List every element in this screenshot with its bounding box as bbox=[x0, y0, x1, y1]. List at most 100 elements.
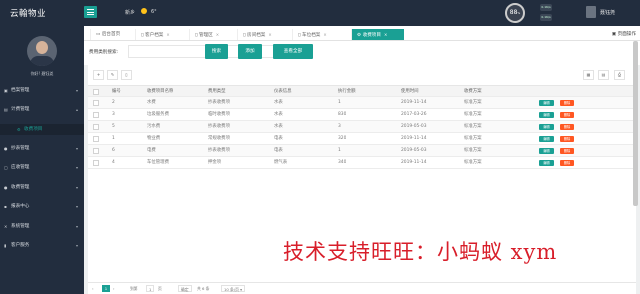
report-icon: ▪ bbox=[4, 204, 7, 209]
search-label: 费用类别搜索: bbox=[89, 50, 119, 55]
welcome-text: 你好! 聂钰尧 bbox=[30, 71, 54, 76]
edit-icon[interactable]: ✎ bbox=[107, 70, 118, 80]
meter-icon: ● bbox=[4, 146, 8, 151]
chevron-down-icon: ▾ bbox=[76, 224, 79, 229]
watermark: 技术支持旺旺：小蚂蚁 xym bbox=[283, 240, 558, 264]
chevron-down-icon: ▾ bbox=[76, 185, 79, 190]
tab-management-area[interactable]: ▯ 管理区 × bbox=[189, 29, 237, 40]
page-number-current[interactable]: 1 bbox=[102, 285, 110, 292]
tab-parking-archive[interactable]: ▯ 车位档案 × bbox=[292, 29, 349, 40]
close-icon[interactable]: × bbox=[166, 32, 169, 37]
edit-button[interactable]: 编辑 bbox=[539, 124, 554, 130]
table-row: 4 车位管理费 押金项 燃气表 340 2019-11-14 标准方案 编辑 删… bbox=[88, 157, 636, 169]
row-checkbox[interactable] bbox=[93, 112, 99, 118]
avatar bbox=[27, 36, 57, 66]
view-all-button[interactable]: 查看全部 bbox=[273, 44, 313, 59]
archive-icon: ▣ bbox=[4, 88, 8, 93]
close-icon[interactable]: × bbox=[323, 32, 326, 37]
delete-button[interactable]: 删除 bbox=[560, 124, 574, 130]
edit-button[interactable]: 编辑 bbox=[539, 136, 554, 142]
sidebar-item-billing[interactable]: ▤ 计费管理 ▴ bbox=[0, 104, 84, 115]
pagination: ‹ 1 › 到第 1 页 确定 共 6 条 10 条/页 ▾ bbox=[88, 282, 636, 294]
print-icon[interactable]: ⎙ bbox=[614, 70, 625, 80]
cash-icon: ● bbox=[4, 185, 8, 190]
sidebar-item-meter[interactable]: ● 抄表管理 ▾ bbox=[0, 143, 84, 154]
delete-icon[interactable]: ▯ bbox=[121, 70, 132, 80]
delete-button[interactable]: 删除 bbox=[560, 136, 574, 142]
table-row: 5 污水费 抄表收费项 水表 3 2019-05-03 标准方案 编辑 删除 bbox=[88, 121, 636, 133]
chevron-down-icon: ▾ bbox=[76, 88, 79, 93]
sidebar-item-charge-items[interactable]: ⚙ 收费项目 bbox=[0, 124, 84, 135]
goto-page-input[interactable]: 1 bbox=[146, 285, 155, 292]
sidebar-item-report[interactable]: ▪ 报表中心 ▾ bbox=[0, 201, 84, 212]
close-icon[interactable]: × bbox=[216, 32, 219, 37]
row-checkbox[interactable] bbox=[93, 100, 99, 106]
user-name[interactable]: 聂钰尧 bbox=[600, 9, 615, 16]
add-button[interactable]: 添加 bbox=[238, 44, 262, 59]
add-row-icon[interactable]: + bbox=[93, 70, 104, 80]
delete-button[interactable]: 删除 bbox=[560, 148, 574, 154]
hamburger-icon bbox=[87, 9, 94, 10]
sidebar: 你好! 聂钰尧 ▣ 档案管理 ▾ ▤ 计费管理 ▴ ⚙ 收费项目 ● 抄表管理 ▾ ▢ 应收管理… bbox=[0, 26, 84, 294]
page-operations-menu[interactable]: ▣ 页面操作 bbox=[612, 29, 636, 40]
service-icon: ▮ bbox=[4, 243, 7, 248]
row-checkbox[interactable] bbox=[93, 160, 99, 166]
sidebar-item-service[interactable]: ▮ 客户服务 ▾ bbox=[0, 240, 84, 251]
system-icon: ✕ bbox=[4, 224, 8, 229]
page-size-select[interactable]: 10 条/页 ▾ bbox=[221, 285, 246, 292]
menu-toggle-button[interactable] bbox=[84, 6, 97, 18]
delete-button[interactable]: 删除 bbox=[560, 100, 574, 106]
performance-gauge: 88% bbox=[505, 3, 525, 23]
goto-confirm-button[interactable]: 确定 bbox=[178, 285, 192, 292]
chevron-down-icon: ▾ bbox=[76, 165, 79, 170]
export-icon[interactable]: ▤ bbox=[598, 70, 609, 80]
delete-button[interactable]: 删除 bbox=[560, 160, 574, 166]
chevron-down-icon: ▾ bbox=[76, 243, 79, 248]
edit-button[interactable]: 编辑 bbox=[539, 160, 554, 166]
close-icon[interactable]: × bbox=[268, 32, 271, 37]
upload-speed: 0.1K/s bbox=[540, 4, 552, 11]
table-row: 2 水费 抄表收费项 水表 1 2019-11-14 标准方案 编辑 删除 bbox=[88, 97, 636, 109]
sidebar-item-system[interactable]: ✕ 系统管理 ▾ bbox=[0, 221, 84, 232]
edit-button[interactable]: 编辑 bbox=[539, 148, 554, 154]
edit-button[interactable]: 编辑 bbox=[539, 112, 554, 118]
app-title: 云翰物业 bbox=[10, 9, 47, 19]
chevron-down-icon: ▾ bbox=[76, 204, 79, 209]
table-row: 1 物业费 常规收费项 电表 320 2019-11-14 标准方案 编辑 删除 bbox=[88, 133, 636, 145]
chevron-up-icon: ▴ bbox=[76, 107, 79, 112]
sidebar-item-cash[interactable]: ● 收费管理 ▾ bbox=[0, 182, 84, 193]
table-row: 6 电费 抄表收费项 电表 1 2019-05-03 标准方案 编辑 删除 bbox=[88, 145, 636, 157]
select-all-checkbox[interactable] bbox=[93, 89, 99, 95]
table-header: 编号 收费项目名称 费用类型 仪表信息 执行金额 使用时间 收费方案 bbox=[88, 85, 636, 97]
columns-icon[interactable]: ▦ bbox=[583, 70, 594, 80]
billing-icon: ▤ bbox=[4, 107, 8, 112]
weather-temperature: 6° bbox=[151, 9, 157, 15]
gear-icon: ⚙ bbox=[17, 127, 21, 132]
sun-icon bbox=[141, 8, 147, 14]
sidebar-item-archive[interactable]: ▣ 档案管理 ▾ bbox=[0, 85, 84, 96]
prev-page-icon[interactable]: ‹ bbox=[92, 285, 94, 292]
goto-label: 到第 bbox=[130, 286, 138, 291]
search-bar: 费用类别搜索: 搜索 添加 查看全部 bbox=[84, 41, 640, 65]
search-button[interactable]: 搜索 bbox=[205, 44, 228, 59]
row-checkbox[interactable] bbox=[93, 136, 99, 142]
tab-customer-archive[interactable]: ▯ 客户档案 × bbox=[135, 29, 189, 40]
row-checkbox[interactable] bbox=[93, 148, 99, 154]
page-scrollbar[interactable] bbox=[633, 41, 638, 206]
total-count: 共 6 条 bbox=[197, 286, 210, 291]
download-speed: 0.1K/s bbox=[540, 14, 552, 21]
delete-button[interactable]: 删除 bbox=[560, 112, 574, 118]
next-page-icon[interactable]: › bbox=[113, 285, 115, 292]
tab-bar: ▭ 后台首页 ▯ 客户档案 × ▯ 管理区 × ▯ 房间档案 × ▯ 车位档案 × ⚙ … bbox=[84, 26, 640, 41]
page-unit: 页 bbox=[158, 286, 162, 291]
receivable-icon: ▢ bbox=[4, 165, 8, 170]
close-icon[interactable]: × bbox=[384, 32, 387, 37]
sidebar-item-receivable[interactable]: ▢ 应收管理 ▾ bbox=[0, 162, 84, 173]
user-avatar-small[interactable] bbox=[586, 6, 596, 18]
table-row: 3 垃圾服务费 临时收费项 水表 830 2017-03-26 标准方案 编辑 … bbox=[88, 109, 636, 121]
row-checkbox[interactable] bbox=[93, 124, 99, 130]
tab-charge-items[interactable]: ⚙ 收费项目 × bbox=[351, 29, 404, 40]
edit-button[interactable]: 编辑 bbox=[539, 100, 554, 106]
tab-room-archive[interactable]: ▯ 房间档案 × bbox=[237, 29, 292, 40]
tab-home[interactable]: ▭ 后台首页 bbox=[90, 29, 135, 40]
